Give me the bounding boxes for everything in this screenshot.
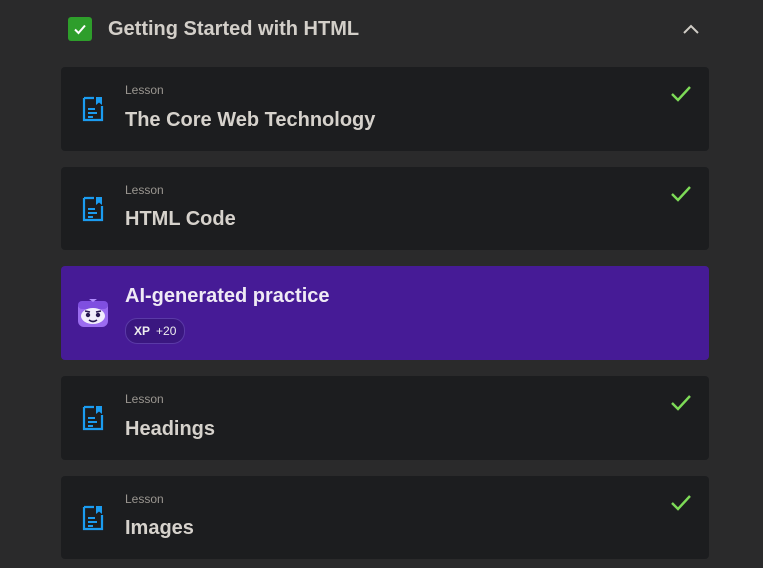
lesson-card-headings[interactable]: Lesson Headings: [61, 376, 709, 460]
document-icon: [82, 405, 104, 431]
document-icon: [82, 196, 104, 222]
ai-practice-card[interactable]: AI-generated practice XP +20: [61, 266, 709, 360]
xp-label: XP: [134, 324, 151, 338]
lesson-title: The Core Web Technology: [125, 109, 376, 131]
lesson-kind-label: Lesson: [125, 183, 164, 197]
lesson-kind-label: Lesson: [125, 392, 164, 406]
completed-check-icon: [671, 186, 691, 202]
practice-title: AI-generated practice: [125, 285, 330, 307]
lesson-card-core-web-technology[interactable]: Lesson The Core Web Technology: [61, 67, 709, 151]
section-title: Getting Started with HTML: [108, 17, 360, 40]
completed-check-icon: [671, 495, 691, 511]
completed-check-icon: [671, 86, 691, 102]
section-complete-checkbox: [68, 17, 92, 41]
document-icon: [82, 505, 104, 531]
collapse-button[interactable]: [680, 18, 702, 40]
lesson-title: Headings: [125, 418, 216, 440]
robot-mascot-icon: [78, 299, 108, 327]
xp-badge: XP +20: [125, 318, 186, 344]
lesson-title: Images: [125, 517, 194, 539]
checkmark-icon: [74, 24, 86, 35]
lesson-kind-label: Lesson: [125, 492, 164, 506]
completed-check-icon: [671, 395, 691, 411]
chevron-up-icon: [683, 24, 699, 34]
xp-value: +20: [156, 324, 177, 338]
lesson-title: HTML Code: [125, 208, 236, 230]
document-icon: [82, 96, 104, 122]
lesson-kind-label: Lesson: [125, 83, 164, 97]
section-header[interactable]: Getting Started with HTML: [68, 14, 708, 44]
lesson-card-images[interactable]: Lesson Images: [61, 476, 709, 559]
lesson-card-html-code[interactable]: Lesson HTML Code: [61, 167, 709, 250]
